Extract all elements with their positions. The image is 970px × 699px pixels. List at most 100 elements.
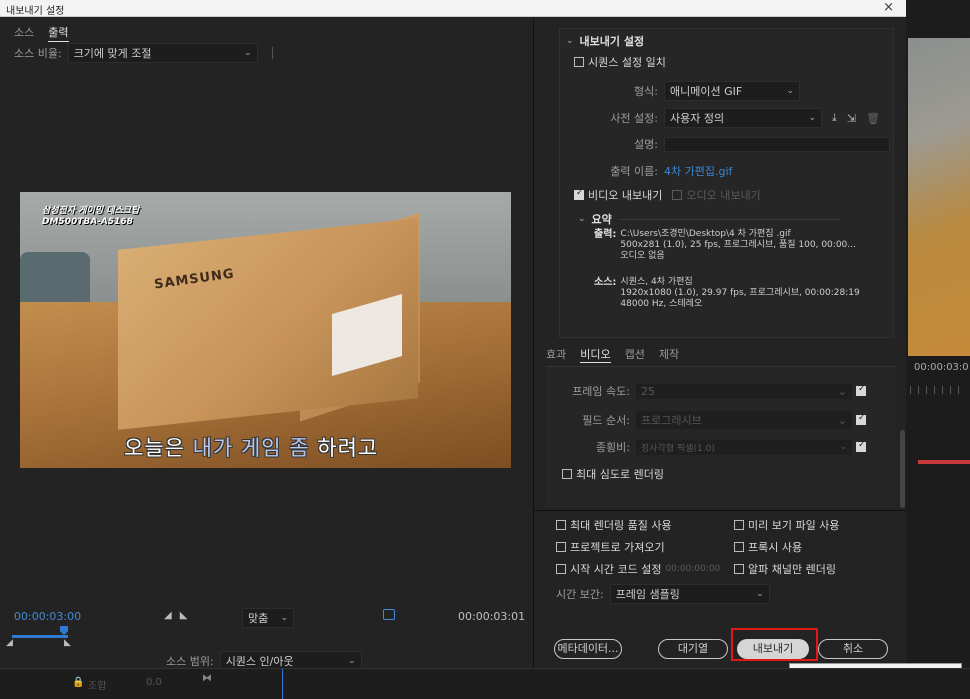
track-value: 0.0: [146, 677, 162, 688]
background-clip-marker: [918, 460, 970, 464]
alpha-only-checkbox[interactable]: [734, 564, 744, 574]
preset-dropdown[interactable]: 사용자 정의 ⌄: [664, 108, 822, 128]
cancel-button[interactable]: 취소: [818, 639, 888, 659]
chevron-down-icon: ⌄: [837, 384, 847, 398]
use-previews-row[interactable]: 미리 보기 파일 사용: [734, 517, 839, 533]
source-scale-dropdown[interactable]: 크기에 맞게 조절 ⌄: [67, 43, 258, 63]
summary-title: 요약: [591, 213, 612, 226]
divider: [271, 47, 273, 59]
export-settings-header[interactable]: ⌄ 내보내기 설정: [566, 33, 644, 49]
preset-label: 사전 설정:: [610, 112, 658, 125]
tab-publish[interactable]: 제작: [659, 346, 679, 363]
save-preset-icon[interactable]: ⤓: [832, 111, 837, 125]
background-timecode: 00:00:03:0: [914, 362, 969, 373]
zoom-dropdown[interactable]: 맞춤 ⌄: [242, 608, 294, 628]
frame-rate-dropdown[interactable]: 25 ⌄: [636, 383, 852, 399]
preview-tabs: 소스 출력: [14, 24, 69, 42]
frame-rate-value: 25: [641, 384, 655, 398]
aspect-dropdown[interactable]: 정사각형 픽셀(1.0) ⌄: [636, 439, 852, 455]
frame-rate-label: 프레임 속도:: [572, 385, 630, 398]
export-av-row: 비디오 내보내기 오디오 내보내기: [574, 187, 761, 203]
frame-rate-row: 프레임 속도: 25 ⌄: [546, 383, 870, 399]
aspect-toggle-icon[interactable]: [383, 609, 395, 620]
export-video-label: 비디오 내보내기: [588, 189, 663, 202]
background-time-ruler: [910, 386, 966, 394]
time-interp-dropdown[interactable]: 프레임 샘플링 ⌄: [609, 584, 770, 604]
match-sequence-row[interactable]: 시퀀스 설정 일치: [574, 54, 666, 70]
max-quality-label: 최대 렌더링 품질 사용: [570, 519, 672, 532]
current-timecode[interactable]: 00:00:03:00: [14, 610, 81, 623]
export-audio-label: 오디오 내보내기: [686, 189, 761, 202]
range-in-handle[interactable]: ◢: [6, 638, 13, 648]
background-playhead-line: [282, 669, 283, 699]
import-project-label: 프로젝트로 가져오기: [570, 541, 665, 554]
tab-source[interactable]: 소스: [14, 24, 34, 42]
summary-divider: [619, 218, 840, 220]
use-proxies-row[interactable]: 프록시 사용: [734, 539, 802, 555]
aspect-value: 정사각형 픽셀(1.0): [641, 443, 715, 454]
timeline-range-bar[interactable]: [12, 635, 68, 638]
use-previews-checkbox[interactable]: [734, 520, 744, 530]
mark-in-icon[interactable]: ◢: [164, 610, 180, 621]
max-depth-label: 최대 심도로 렌더링: [576, 468, 664, 481]
export-audio-checkbox[interactable]: [672, 190, 683, 200]
background-program-monitor: [908, 38, 970, 356]
export-video-checkbox[interactable]: [574, 188, 584, 200]
import-preset-icon[interactable]: ⇲: [847, 112, 856, 125]
summary-header[interactable]: ⌄ 요약: [578, 211, 840, 227]
start-tc-value: 00:00:00:00: [665, 564, 721, 574]
field-order-match-checkbox[interactable]: [856, 413, 866, 425]
field-order-dropdown[interactable]: 프로그레시브 ⌄: [636, 411, 852, 429]
start-tc-row[interactable]: 시작 시간 코드 설정 00:00:00:00: [556, 561, 720, 577]
summary-source-line: 시퀀스, 4차 가편집: [620, 277, 693, 287]
zoom-value: 맞춤: [248, 612, 269, 625]
preset-row: 사전 설정: 사용자 정의 ⌄ ⤓ ⇲ 🗑: [560, 108, 880, 128]
delete-preset-icon[interactable]: 🗑: [866, 112, 880, 125]
chevron-down-icon: ⌄: [808, 113, 816, 123]
format-row: 형식: 애니메이션 GIF ⌄: [560, 81, 800, 101]
format-value: 애니메이션 GIF: [670, 85, 743, 98]
start-tc-checkbox[interactable]: [556, 564, 566, 574]
preview-panel: 소스 출력 소스 비율: 크기에 맞게 조절 ⌄ SAMSUNG 삼성전자 게이…: [0, 18, 533, 671]
import-project-row[interactable]: 프로젝트로 가져오기: [556, 539, 665, 555]
use-proxies-checkbox[interactable]: [734, 542, 744, 552]
close-icon[interactable]: ×: [883, 0, 894, 15]
import-project-checkbox[interactable]: [556, 542, 566, 552]
max-depth-checkbox[interactable]: [562, 469, 572, 479]
chevron-down-icon: ⌄: [756, 589, 764, 599]
aspect-match-checkbox[interactable]: [856, 440, 866, 452]
alpha-only-row[interactable]: 알파 채널만 렌더링: [734, 561, 836, 577]
summary-source-line: 1920x1080 (1.0), 29.97 fps, 프로그레시브, 00:0…: [620, 288, 860, 298]
max-depth-row[interactable]: 최대 심도로 렌더링: [562, 466, 664, 482]
metadata-button[interactable]: 메타데이터...: [554, 639, 622, 659]
frame-rate-match-checkbox[interactable]: [856, 384, 866, 396]
comment-input[interactable]: [664, 136, 890, 152]
tab-captions[interactable]: 캡션: [625, 346, 645, 363]
max-quality-row[interactable]: 최대 렌더링 품질 사용: [556, 517, 672, 533]
summary-source: 소스: 시퀀스, 4차 가편집 1920x1080 (1.0), 29.97 f…: [594, 277, 860, 310]
output-name-link[interactable]: 4차 가편집.gif: [664, 163, 732, 179]
tab-effects[interactable]: 효과: [546, 346, 566, 363]
export-highlight-box: [731, 628, 818, 661]
settings-scrollbar[interactable]: [900, 430, 905, 508]
tab-output[interactable]: 출력: [48, 24, 69, 42]
video-preview: SAMSUNG 삼성전자 게이밍 데스크탑 DM500TBA-A5168 오늘은…: [20, 192, 511, 468]
output-name-label: 출력 이름:: [610, 165, 658, 178]
queue-button[interactable]: 대기열: [658, 639, 728, 659]
playhead-handle[interactable]: [60, 626, 68, 635]
preset-value: 사용자 정의: [670, 112, 725, 125]
range-out-handle[interactable]: ◣: [64, 638, 71, 648]
match-sequence-checkbox[interactable]: [574, 57, 584, 67]
field-order-value: 프로그레시브: [641, 414, 702, 427]
source-scale-label: 소스 비율:: [14, 47, 62, 60]
tab-video[interactable]: 비디오: [580, 346, 611, 363]
format-dropdown[interactable]: 애니메이션 GIF ⌄: [664, 81, 800, 101]
max-quality-checkbox[interactable]: [556, 520, 566, 530]
export-settings-section: ⌄ 내보내기 설정 시퀀스 설정 일치 형식: 애니메이션 GIF ⌄ 사전 설…: [559, 28, 894, 338]
chevron-down-icon: ⌄: [566, 36, 574, 46]
summary-output-line: 500x281 (1.0), 25 fps, 프로그레시브, 품질 100, 0…: [620, 240, 856, 250]
mark-out-icon[interactable]: ◣: [180, 610, 196, 621]
summary-output: 출력: C:\Users\조경민\Desktop\4 차 가편집 .gif 50…: [594, 229, 856, 262]
output-name-row: 출력 이름: 4차 가편집.gif: [560, 163, 732, 179]
chevron-down-icon: ⌄: [578, 214, 586, 224]
